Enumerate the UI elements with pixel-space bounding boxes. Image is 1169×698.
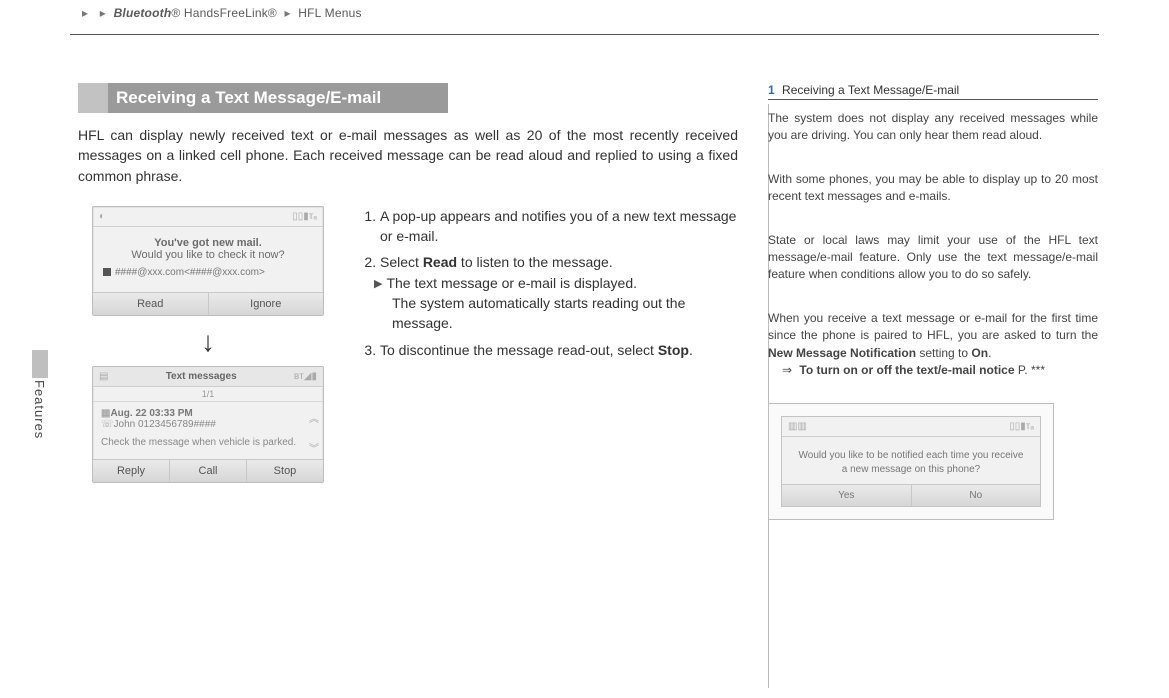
sidebar-note-2: With some phones, you may be able to dis… [768, 171, 1098, 206]
device-screen-confirm: ▥▥ ▯▯▮ᴛₐ Would you like to be notified e… [781, 416, 1041, 507]
list-icon: ▤ [99, 371, 108, 382]
message-screen-title: Text messages [166, 371, 237, 382]
device-screen-message: ▤ Text messages ʙᴛ◢▮ 1/1 ︽ ▦ Aug. 22 03:… [92, 366, 324, 483]
square-icon [103, 268, 111, 276]
chevron-right-icon: ▸ [285, 6, 291, 20]
breadcrumb: ▸ ▸ Bluetooth® HandsFreeLink® ▸ HFL Menu… [78, 0, 1091, 20]
sidebar-note-4: When you receive a text message or e-mai… [768, 310, 1098, 380]
status-icon-left: ◐ [99, 211, 105, 222]
chevron-right-icon: ▸ [100, 6, 106, 20]
device-screen-confirm-box: ▥▥ ▯▯▮ᴛₐ Would you like to be notified e… [768, 403, 1054, 520]
arrow-down-icon: ↓ [78, 326, 338, 358]
popup-line1: You've got new mail. [103, 237, 313, 249]
side-tab-marker [32, 350, 48, 378]
sidebar-column: 1 Receiving a Text Message/E-mail The sy… [768, 83, 1098, 520]
popup-ignore-button[interactable]: Ignore [208, 293, 324, 315]
triangle-right-icon: ▶ [374, 277, 382, 293]
sidebar-note-3: State or local laws may limit your use o… [768, 232, 1098, 284]
breadcrumb-page: HFL Menus [298, 6, 361, 20]
message-reply-button[interactable]: Reply [93, 460, 169, 482]
side-tab-label: Features [32, 380, 47, 439]
popup-sender-address: ####@xxx.com<####@xxx.com> [103, 267, 313, 278]
sidebar-header: 1 Receiving a Text Message/E-mail [768, 83, 1098, 100]
confirm-no-button[interactable]: No [911, 485, 1041, 506]
main-column: Receiving a Text Message/E-mail HFL can … [78, 83, 738, 520]
device-screen-popup: ◐ ▯▯▮ᴛₐ You've got new mail. Would you l… [92, 206, 324, 316]
sidebar-title: Receiving a Text Message/E-mail [782, 83, 959, 97]
message-date: Aug. 22 03:33 PM [110, 408, 192, 419]
message-stop-button[interactable]: Stop [246, 460, 323, 482]
steps-list: A pop-up appears and notifies you of a n… [358, 206, 738, 493]
message-from: John 0123456789#### [114, 419, 216, 430]
phone-icon: ☏ [101, 419, 114, 430]
intro-paragraph: HFL can display newly received text or e… [78, 125, 738, 186]
status-icon-left: ▥▥ [788, 421, 807, 432]
manual-page: ▸ ▸ Bluetooth® HandsFreeLink® ▸ HFL Menu… [0, 0, 1169, 698]
popup-line2: Would you like to check it now? [103, 249, 313, 261]
confirm-yes-button[interactable]: Yes [782, 485, 911, 506]
section-title: Receiving a Text Message/E-mail [116, 88, 381, 108]
scroll-up-icon[interactable]: ︽ [309, 410, 319, 425]
link-arrow-icon: ⇒ [782, 363, 792, 377]
step-1: A pop-up appears and notifies you of a n… [380, 206, 738, 247]
section-header-marker [78, 83, 108, 113]
breadcrumb-section-rest: ® HandsFreeLink® [171, 6, 277, 20]
scroll-down-icon[interactable]: ︾ [309, 440, 319, 455]
sidebar-note-1: The system does not display any received… [768, 110, 1098, 145]
message-call-button[interactable]: Call [169, 460, 246, 482]
message-body: Check the message when vehicle is parked… [101, 436, 315, 449]
bt-signal-icon: ʙᴛ◢▮ [294, 371, 317, 382]
chevron-right-icon: ▸ [82, 6, 88, 20]
step-2: Select Read to listen to the message. ▶T… [380, 252, 738, 333]
step-3: To discontinue the message read-out, sel… [380, 340, 738, 360]
sidebar-crossref-link[interactable]: To turn on or off the text/e-mail notice [799, 363, 1014, 377]
header-divider [70, 34, 1099, 35]
popup-read-button[interactable]: Read [93, 293, 208, 315]
confirm-prompt: Would you like to be notified each time … [782, 437, 1040, 484]
status-icon-right: ▯▯▮ᴛₐ [292, 211, 317, 222]
screenshots-column: ◐ ▯▯▮ᴛₐ You've got new mail. Would you l… [78, 206, 338, 493]
breadcrumb-section-italic: Bluetooth [114, 6, 172, 20]
status-icon-right: ▯▯▮ᴛₐ [1009, 421, 1034, 432]
message-page-indicator: 1/1 [202, 389, 215, 399]
section-header: Receiving a Text Message/E-mail [78, 83, 448, 113]
sidebar-index: 1 [768, 83, 775, 97]
